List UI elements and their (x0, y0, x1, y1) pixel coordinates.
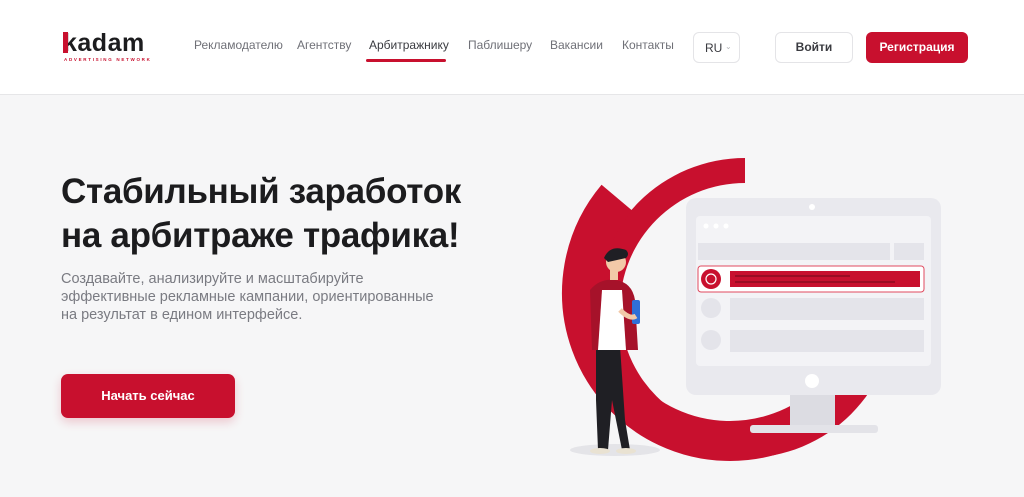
nav-item-arbitrage[interactable]: Арбитражнику (369, 38, 449, 52)
window-dot (723, 223, 729, 229)
nav-item-advertiser[interactable]: Рекламодателю (194, 38, 283, 52)
screen-row (730, 330, 924, 352)
row-avatar (701, 269, 721, 289)
monitor-button (805, 374, 819, 388)
monitor-base (750, 425, 878, 433)
shoe (616, 448, 636, 454)
nav-item-agency[interactable]: Агентству (297, 38, 351, 52)
hero-subtitle-line: Создавайте, анализируйте и масштабируйте (61, 271, 364, 287)
language-select[interactable]: RU ⌄ (693, 32, 740, 63)
start-now-button[interactable]: Начать сейчас (61, 374, 235, 418)
hero-title: Стабильный заработок на арбитраже трафик… (61, 170, 521, 258)
window-dot (713, 223, 719, 229)
tablet-icon (632, 300, 640, 324)
shoe (590, 448, 610, 454)
kadam-logo[interactable]: kadam ADVERTISING NETWORK (63, 28, 163, 64)
site-header: kadam ADVERTISING NETWORK Рекламодателю … (0, 0, 1024, 95)
nav-item-publisher[interactable]: Паблишеру (468, 38, 532, 52)
hero-subtitle-line: эффективные рекламные кампании, ориентир… (61, 289, 434, 305)
window-dot (703, 223, 709, 229)
logo-tagline: ADVERTISING NETWORK (64, 57, 152, 62)
screen-row (730, 298, 924, 320)
screen-row (894, 243, 924, 260)
hero-title-line: на арбитраже трафика! (61, 216, 460, 255)
row-avatar (701, 298, 721, 318)
nav-item-vacancies[interactable]: Вакансии (550, 38, 603, 52)
floor-shadow (570, 444, 660, 456)
nav-item-contacts[interactable]: Контакты (622, 38, 674, 52)
bar-line (735, 281, 895, 283)
hero-illustration (562, 150, 941, 461)
monitor-stand (790, 390, 835, 430)
chevron-down-icon: ⌄ (725, 42, 732, 51)
register-button[interactable]: Регистрация (866, 32, 968, 63)
language-label: RU (705, 41, 723, 55)
logo-red-bar (63, 32, 68, 53)
login-button[interactable]: Войти (775, 32, 853, 63)
row-avatar (701, 330, 721, 350)
logo-text: kadam (63, 29, 145, 57)
logo-wordmark: kadam (63, 28, 145, 58)
active-nav-indicator (366, 59, 446, 62)
hero-subtitle: Создавайте, анализируйте и масштабируйте… (61, 270, 441, 324)
screen-row (698, 243, 890, 260)
hero-title-line: Стабильный заработок (61, 172, 461, 211)
bar-line (735, 275, 850, 277)
person-shirt (598, 290, 626, 350)
hero-subtitle-line: на результат в едином интерфейсе. (61, 307, 303, 323)
highlighted-bar (730, 271, 920, 287)
monitor-camera (809, 204, 815, 210)
